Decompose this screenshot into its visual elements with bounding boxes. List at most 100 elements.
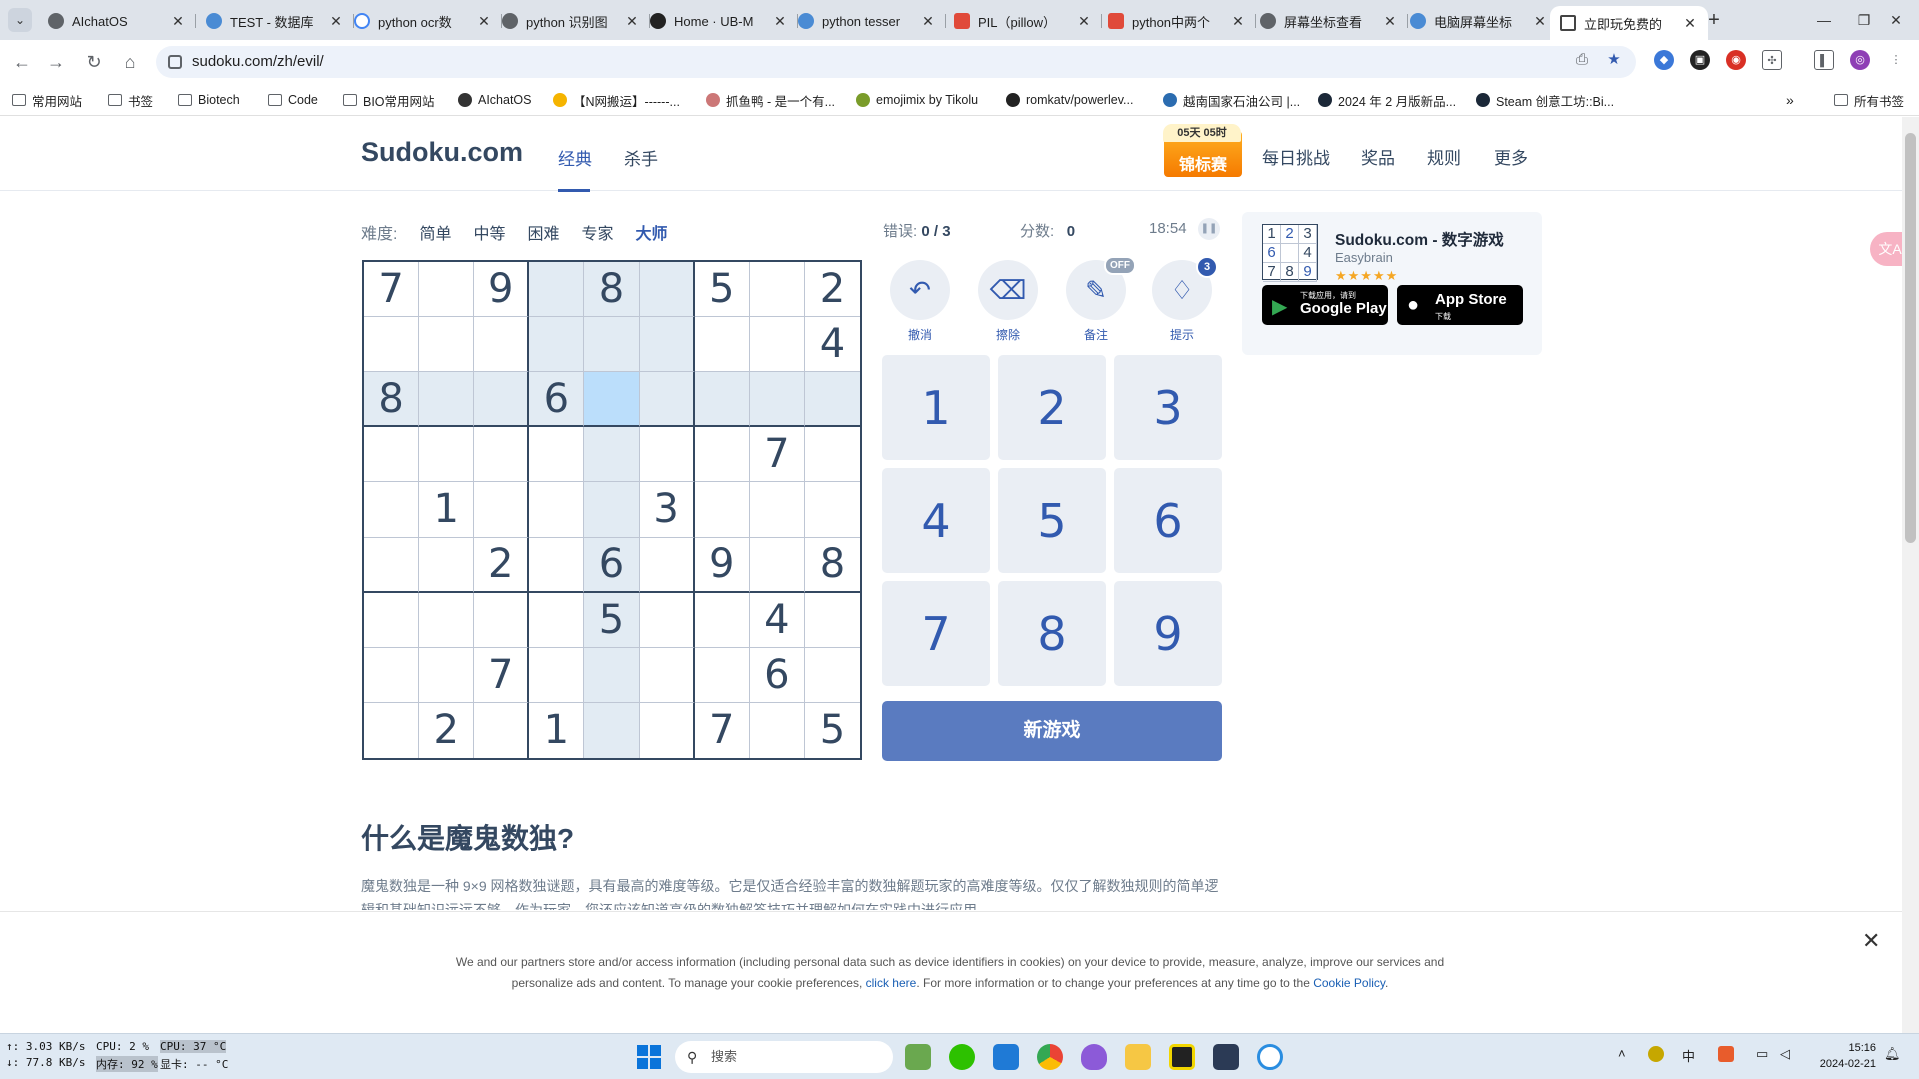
sudoku-cell[interactable]: 4 xyxy=(749,592,805,648)
sudoku-cell[interactable] xyxy=(364,427,420,483)
sudoku-cell[interactable]: 6 xyxy=(749,647,805,703)
google-play-button[interactable]: ▶ 下载应用，请到 Google Play xyxy=(1262,285,1388,325)
reload-button[interactable]: ↻ xyxy=(80,48,108,76)
extensions-puzzle-icon[interactable]: ✣ xyxy=(1762,50,1782,70)
sudoku-cell[interactable] xyxy=(749,262,805,318)
sudoku-cell[interactable]: 4 xyxy=(804,317,860,373)
sudoku-cell[interactable] xyxy=(529,482,585,538)
sudoku-cell[interactable]: 2 xyxy=(419,702,475,758)
nav-daily-challenge[interactable]: 每日挑战 xyxy=(1262,144,1330,169)
new-tab-button[interactable]: + xyxy=(1700,6,1728,34)
difficulty-easy[interactable]: 简单 xyxy=(419,220,451,244)
vscode-icon[interactable] xyxy=(993,1044,1019,1070)
numpad-key-9[interactable]: 9 xyxy=(1114,581,1222,686)
bookmark-folder[interactable]: Code xyxy=(268,90,318,110)
sudoku-cell[interactable] xyxy=(419,262,475,318)
more-bookmarks-chevron-icon[interactable]: » xyxy=(1786,90,1794,110)
nav-awards[interactable]: 奖品 xyxy=(1361,144,1395,169)
browser-tab[interactable]: python中两个 ✕ xyxy=(1098,6,1256,36)
numpad-key-1[interactable]: 1 xyxy=(882,355,990,460)
sudoku-cell[interactable] xyxy=(529,427,585,483)
undo-button[interactable]: ↶ 撤消 xyxy=(888,260,952,343)
sudoku-cell[interactable] xyxy=(694,647,750,703)
bookmark-link[interactable]: 抓鱼鸭 - 是一个有... xyxy=(706,90,835,110)
sudoku-cell[interactable]: 3 xyxy=(639,482,695,538)
difficulty-master[interactable]: 大师 xyxy=(636,220,668,244)
nav-rules[interactable]: 规则 xyxy=(1427,144,1461,169)
sudoku-cell[interactable] xyxy=(364,592,420,648)
sudoku-cell[interactable] xyxy=(419,372,475,428)
bookmark-folder[interactable]: 常用网站 xyxy=(12,90,82,110)
new-game-button[interactable]: 新游戏 xyxy=(882,701,1222,761)
sudoku-cell[interactable] xyxy=(584,427,640,483)
bookmark-star-icon[interactable]: ★ xyxy=(1602,48,1626,72)
sudoku-cell[interactable] xyxy=(419,427,475,483)
sudoku-cell[interactable] xyxy=(529,592,585,648)
browser-tab[interactable]: PIL（pillow） ✕ xyxy=(944,6,1102,36)
tab-close-icon[interactable]: ✕ xyxy=(328,13,344,30)
sudoku-cell[interactable]: 7 xyxy=(364,262,420,318)
search-app-icon[interactable] xyxy=(1257,1044,1283,1070)
forward-button[interactable]: → xyxy=(42,48,70,76)
sudoku-cell[interactable] xyxy=(639,427,695,483)
difficulty-expert[interactable]: 专家 xyxy=(582,220,614,244)
profile-avatar[interactable]: ◎ xyxy=(1850,50,1870,70)
sudoku-cell[interactable] xyxy=(804,372,860,428)
bookmark-link[interactable]: 【N网搬运】------... xyxy=(553,90,680,110)
sudoku-cell[interactable] xyxy=(639,592,695,648)
hint-button[interactable]: ♢ 3 提示 xyxy=(1150,256,1218,343)
system-clock[interactable]: 15:16 2024-02-21 xyxy=(1810,1040,1876,1072)
install-app-icon[interactable]: ⎙ xyxy=(1570,48,1594,72)
sudoku-cell[interactable] xyxy=(749,537,805,593)
sudoku-cell[interactable]: 7 xyxy=(694,702,750,758)
sudoku-cell[interactable] xyxy=(474,427,530,483)
tab-close-icon[interactable]: ✕ xyxy=(1230,13,1246,30)
browser-tab[interactable]: AIchatOS ✕ xyxy=(38,6,196,36)
bookmark-link[interactable]: AIchatOS xyxy=(458,90,532,110)
sudoku-cell[interactable] xyxy=(584,647,640,703)
browser-tab-active[interactable]: 立即玩免费的 ✕ xyxy=(1550,6,1708,40)
numpad-key-5[interactable]: 5 xyxy=(998,468,1106,573)
sudoku-cell[interactable] xyxy=(364,482,420,538)
sticky-app-icon[interactable] xyxy=(1169,1044,1195,1070)
sudoku-cell[interactable] xyxy=(639,537,695,593)
sudoku-cell[interactable] xyxy=(639,372,695,428)
sudoku-cell[interactable] xyxy=(749,372,805,428)
sudoku-cell[interactable] xyxy=(804,482,860,538)
difficulty-hard[interactable]: 困难 xyxy=(527,220,559,244)
nav-more[interactable]: 更多 xyxy=(1494,144,1528,169)
sudoku-cell[interactable] xyxy=(749,482,805,538)
sudoku-cell[interactable] xyxy=(529,317,585,373)
sudoku-cell[interactable]: 5 xyxy=(694,262,750,318)
tab-killer[interactable]: 杀手 xyxy=(624,145,658,170)
page-scrollbar[interactable] xyxy=(1902,117,1919,1033)
browser-tab[interactable]: python 识别图 ✕ xyxy=(492,6,650,36)
sudoku-cell[interactable]: 1 xyxy=(529,702,585,758)
tab-close-icon[interactable]: ✕ xyxy=(772,13,788,30)
sudoku-cell[interactable] xyxy=(419,647,475,703)
bookmark-link[interactable]: emojimix by Tikolu xyxy=(856,90,978,110)
sudoku-cell[interactable] xyxy=(584,482,640,538)
sudoku-cell[interactable]: 9 xyxy=(694,537,750,593)
sudoku-cell[interactable] xyxy=(749,317,805,373)
sudoku-cell[interactable] xyxy=(584,317,640,373)
extension-icon[interactable]: ▣ xyxy=(1690,50,1710,70)
translate-icon[interactable]: 文A xyxy=(1870,232,1902,266)
numpad-key-8[interactable]: 8 xyxy=(998,581,1106,686)
bookmark-folder[interactable]: 书签 xyxy=(108,90,153,110)
sudoku-cell[interactable] xyxy=(749,702,805,758)
bookmark-link[interactable]: 越南国家石油公司 |... xyxy=(1163,90,1300,110)
sudoku-cell[interactable] xyxy=(474,702,530,758)
site-logo[interactable]: Sudoku.com xyxy=(361,137,523,168)
bookmark-link[interactable]: romkatv/powerlev... xyxy=(1006,90,1133,110)
close-icon[interactable]: ✕ xyxy=(1862,928,1880,954)
side-panel-icon[interactable]: ▌ xyxy=(1814,50,1834,70)
sudoku-cell[interactable] xyxy=(694,317,750,373)
sudoku-cell[interactable] xyxy=(364,537,420,593)
browser-tab[interactable]: 电脑屏幕坐标 ✕ xyxy=(1400,6,1558,36)
file-explorer-icon[interactable] xyxy=(1125,1044,1151,1070)
sudoku-cell[interactable] xyxy=(474,317,530,373)
tray-app-icon[interactable] xyxy=(1648,1046,1664,1062)
sudoku-cell[interactable]: 7 xyxy=(474,647,530,703)
cookie-preferences-link[interactable]: click here xyxy=(866,976,917,990)
